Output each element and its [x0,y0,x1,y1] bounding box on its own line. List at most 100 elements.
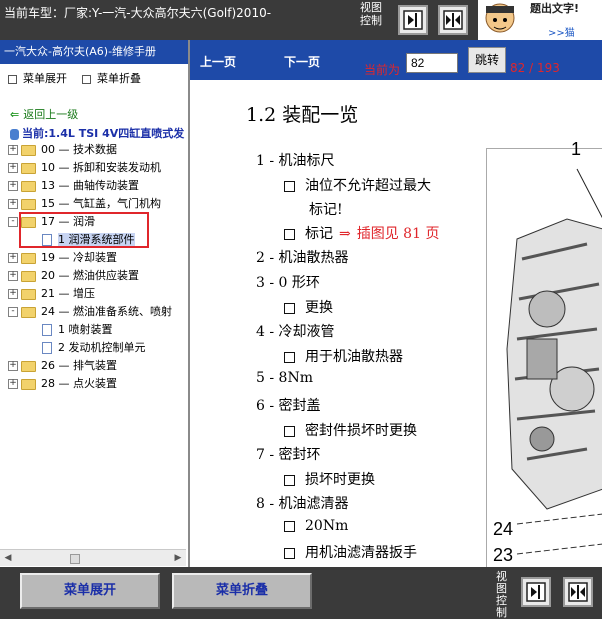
expand-node-icon[interactable]: + [8,253,18,263]
tree-folder[interactable]: +13 — 曲轴传动装置 [8,177,139,194]
part-note: 用机油滤清器扳手 [284,542,417,562]
tree-folder[interactable]: +19 — 冷却装置 [8,249,117,266]
arrow-right-icon [526,582,546,602]
horizontal-scrollbar[interactable]: ◀ ▶ [0,549,186,566]
part-text: 4 - 冷却液管 [256,324,335,340]
tree-document[interactable]: 1 喷射装置 [42,321,113,338]
tree-label: 2 发动机控制单元 [58,341,146,354]
expand-menu-link[interactable]: 菜单展开 [8,70,67,86]
page-count: 82 / 193 [510,61,560,75]
tree-folder[interactable]: - 24 — 燃油准备系统、喷射 [8,303,172,320]
note-text: 油位不允许超过最大 [305,178,431,194]
tree-label: 1 喷射装置 [58,323,113,336]
back-arrow-icon: ⇐ [10,108,20,121]
assembly-figure: 1 24 23 [486,139,602,567]
folder-icon [21,162,36,174]
chapter-tree: +00 — 技术数据 +10 — 拆卸和安装发动机 +13 — 曲轴传动装置 +15 … [0,141,186,549]
part-text: 5 - 8Nm [256,370,313,386]
tree-label: 28 — 点火装置 [41,377,117,390]
figure-reference-link[interactable]: 插图见 81 页 [357,226,440,242]
collapse-menu-link[interactable]: 菜单折叠 [82,70,141,86]
part-note: 更换 [284,297,333,317]
part-text: 6 - 密封盖 [256,398,321,414]
bullet-box-icon [284,425,295,437]
goto-button[interactable]: 跳转 [468,47,506,73]
note-text: 用于机油散热器 [305,349,403,365]
bullet-box-icon [284,520,295,532]
folder-icon [21,180,36,192]
tree-document[interactable]: 2 发动机控制单元 [42,339,146,356]
tree-label: 26 — 排气装置 [41,359,117,372]
part-item: 6 - 密封盖 [256,395,321,415]
folder-icon [21,288,36,300]
back-link[interactable]: ⇐ 返回上一级 [10,106,78,122]
scroll-left-icon[interactable]: ◀ [2,552,14,564]
document-view: 1.2 装配一览 1 - 机油标尺 油位不允许超过最大 标记! 标记 ⇒ 插图见 81 页… [190,80,602,567]
expand-node-icon[interactable]: + [8,199,18,209]
page-number-input[interactable] [406,53,458,73]
part-item: 3 - 0 形环 [256,272,320,292]
highlight-box [19,212,149,248]
note-text: 更换 [305,300,333,316]
part-item: 4 - 冷却液管 [256,321,335,341]
scroll-right-icon[interactable]: ▶ [172,552,184,564]
tree-folder[interactable]: +00 — 技术数据 [8,141,117,158]
collapse-node-icon[interactable]: - [8,307,18,317]
folder-icon [21,360,36,372]
view-control-label: 视图控制 [496,570,507,619]
expand-node-icon[interactable]: + [8,181,18,191]
current-label: 当前:1.4L TSI 4V四缸直喷式发 [22,127,185,140]
folder-icon [21,252,36,264]
bullet-box-icon [284,474,295,486]
collapse-menu-label: 菜单折叠 [97,72,141,85]
part-item: 7 - 密封环 [256,444,321,464]
tree-folder[interactable]: +26 — 排气装置 [8,357,117,374]
expand-node-icon[interactable]: + [8,379,18,389]
next-view-button[interactable] [521,577,551,607]
tree-folder[interactable]: +28 — 点火装置 [8,375,117,392]
scroll-thumb[interactable] [70,554,80,564]
expand-node-icon[interactable]: + [8,361,18,371]
expand-node-icon[interactable]: + [8,163,18,173]
engine-drawing [506,168,602,555]
collapse-node-icon[interactable]: - [8,217,18,227]
note-text: 用机油滤清器扳手 [305,545,417,561]
content-toolbar: 上一页 下一页 当前为 跳转 82 / 193 [190,40,602,80]
next-view-button[interactable] [398,5,428,35]
expand-icon [8,74,17,84]
bullet-box-icon [284,351,295,363]
tree-folder[interactable]: +15 — 气缸盖，气门机构 [8,195,161,212]
part-note: 油位不允许超过最大 [284,175,431,195]
expand-node-icon[interactable]: + [8,271,18,281]
part-text: 3 - 0 形环 [256,275,320,291]
ad-link[interactable]: >>猫 [548,24,575,39]
part-item: 8 - 机油滤清器 [256,493,349,513]
bullet-box-icon [284,547,295,559]
tree-label: 10 — 拆卸和安装发动机 [41,161,161,174]
part-note: 20Nm [284,518,348,534]
split-view-button[interactable] [438,5,468,35]
split-view-button[interactable] [563,577,593,607]
vehicle-model-label: 当前车型：厂家:Y-一汽-大众高尔夫六(Golf)2010- [4,6,272,20]
ad-banner[interactable]: 题出文字! >>猫 [478,0,602,40]
current-page-label: 当前为 [364,63,401,77]
tree-folder[interactable]: +21 — 增压 [8,285,95,302]
ad-text: 题出文字! [530,2,580,15]
tree-label: 00 — 技术数据 [41,143,117,156]
tree-folder[interactable]: +10 — 拆卸和安装发动机 [8,159,161,176]
part-note: 标记 ⇒ 插图见 81 页 [284,223,439,243]
expand-menu-label: 菜单展开 [23,72,67,85]
folder-icon [21,144,36,156]
note-text: 标记 [305,226,333,242]
tree-folder[interactable]: +20 — 燃油供应装置 [8,267,139,284]
part-text: 1 - 机油标尺 [256,153,335,169]
section-title: 1.2 装配一览 [246,104,359,126]
prev-page-button[interactable]: 上一页 [200,53,236,70]
expand-node-icon[interactable]: + [8,289,18,299]
collapse-menu-button[interactable]: 菜单折叠 [172,573,312,609]
database-icon [10,128,19,140]
arrow-right-icon [403,10,423,30]
expand-node-icon[interactable]: + [8,145,18,155]
expand-menu-button[interactable]: 菜单展开 [20,573,160,609]
next-page-button[interactable]: 下一页 [284,53,320,70]
